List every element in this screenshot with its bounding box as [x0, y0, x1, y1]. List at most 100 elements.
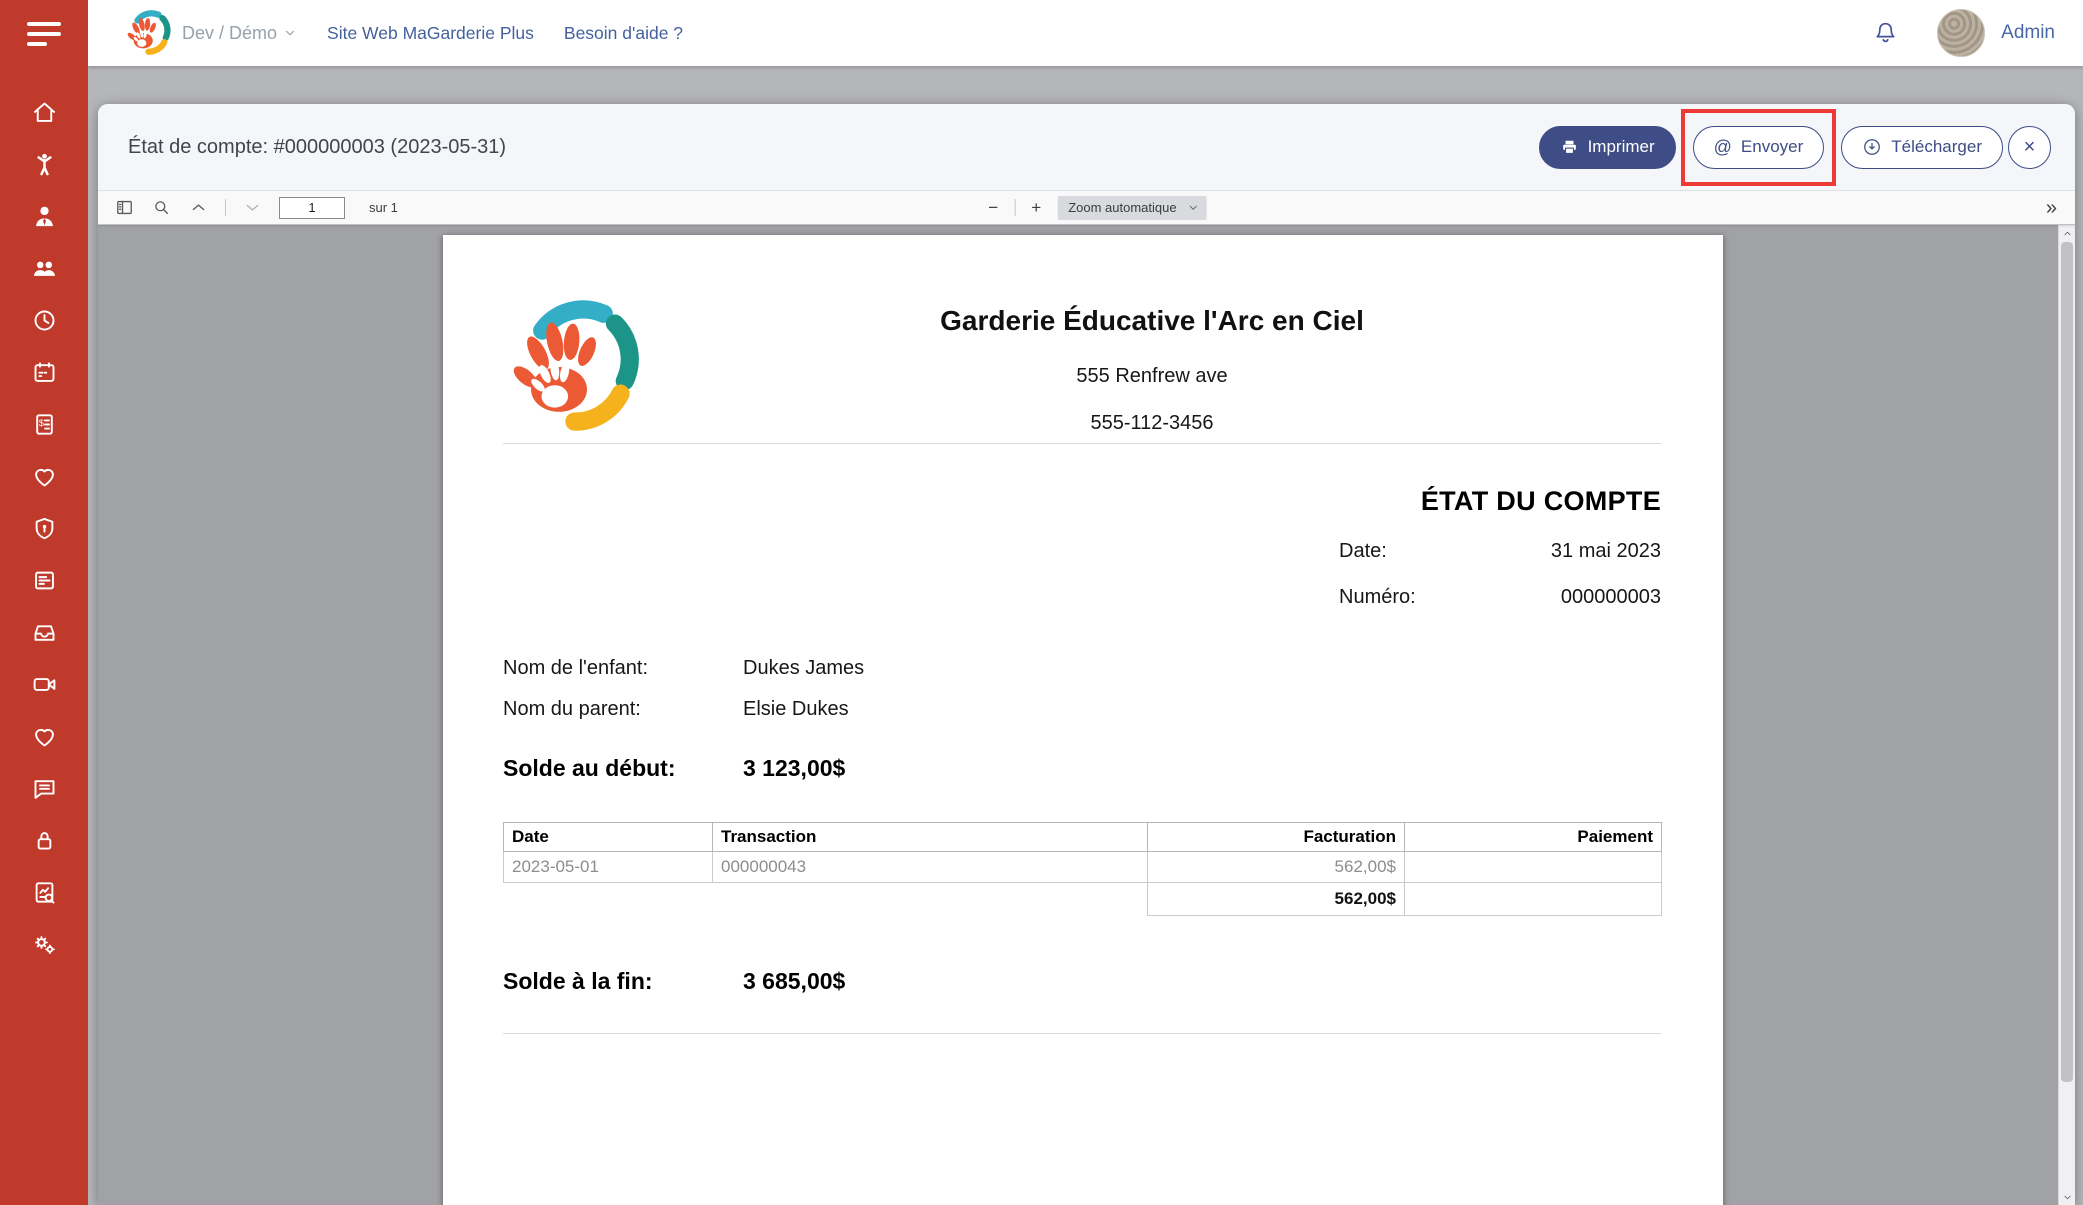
zoom-out-button[interactable]: − — [984, 198, 1002, 218]
previous-page-icon[interactable] — [188, 197, 209, 218]
zoom-in-button[interactable]: + — [1027, 198, 1045, 218]
transactions-table: Date Transaction Facturation Paiement 20… — [503, 822, 1662, 916]
divider — [503, 443, 1661, 444]
sidebar-item-messages[interactable] — [29, 774, 59, 802]
statement-modal: État de compte: #000000003 (2023-05-31) … — [98, 104, 2075, 1205]
user-name[interactable]: Admin — [2001, 22, 2055, 44]
download-icon — [1862, 137, 1882, 157]
toolbar-separator — [1014, 199, 1015, 216]
child-row: Nom de l'enfant: Dukes James — [503, 657, 1661, 680]
topbar: Dev / Démo Site Web MaGarderie Plus Beso… — [88, 0, 2083, 66]
calendar-icon — [31, 359, 58, 386]
document-header: Garderie Éducative l'Arc en Ciel 555 Ren… — [503, 235, 1661, 437]
sidebar-item-inbox[interactable] — [29, 618, 59, 646]
table-header-row: Date Transaction Facturation Paiement — [504, 823, 1662, 852]
topbar-right: Admin — [1872, 9, 2055, 57]
notifications-bell-icon[interactable] — [1872, 20, 1899, 47]
page-number-input[interactable] — [279, 197, 345, 219]
next-page-icon[interactable] — [242, 197, 263, 218]
pdf-toolbar-left: sur 1 — [98, 197, 398, 219]
divider — [503, 1033, 1661, 1034]
sidebar-item-home[interactable] — [29, 98, 59, 126]
cell-transaction: 000000043 — [713, 852, 1148, 883]
table-total-row: 562,00$ — [504, 883, 1662, 916]
search-icon[interactable] — [151, 197, 172, 218]
environment-label: Dev / Démo — [182, 23, 277, 44]
user-avatar[interactable] — [1937, 9, 1985, 57]
total-facturation: 562,00$ — [1148, 883, 1405, 916]
sidebar-item-children[interactable] — [29, 150, 59, 178]
svg-text:$: $ — [38, 418, 43, 428]
parent-value: Elsie Dukes — [743, 698, 849, 721]
pdf-page: Garderie Éducative l'Arc en Ciel 555 Ren… — [443, 235, 1723, 1205]
scrollbar-thumb[interactable] — [2061, 242, 2073, 1082]
cell-paiement — [1405, 852, 1662, 883]
sidebar: $ — [0, 0, 88, 1205]
close-button[interactable]: × — [2008, 126, 2051, 169]
statement-number-row: Numéro: 000000003 — [1339, 586, 1661, 609]
parent-row: Nom du parent: Elsie Dukes — [503, 698, 1661, 721]
organization-address: 555 Renfrew ave — [643, 365, 1661, 388]
chat-icon — [31, 775, 58, 802]
people-icon — [31, 255, 58, 282]
opening-balance-value: 3 123,00$ — [743, 755, 845, 782]
closing-balance-label: Solde à la fin: — [503, 968, 743, 995]
person-tie-icon — [31, 203, 58, 230]
invoice-icon: $ — [31, 411, 58, 438]
pdf-toolbar: sur 1 − + Zoom automatique » — [98, 191, 2075, 225]
heart-icon — [31, 723, 58, 750]
download-label: Télécharger — [1891, 137, 1982, 157]
toggle-sidebar-icon[interactable] — [114, 197, 135, 218]
heart-icon — [31, 463, 58, 490]
scroll-down-icon[interactable] — [2059, 1189, 2075, 1205]
sidebar-nav: $ — [29, 98, 59, 958]
opening-balance-label: Solde au début: — [503, 755, 743, 782]
download-button[interactable]: Télécharger — [1841, 126, 2003, 169]
sidebar-item-families[interactable] — [29, 254, 59, 282]
sidebar-item-calendar[interactable] — [29, 358, 59, 386]
document-header-text: Garderie Éducative l'Arc en Ciel 555 Ren… — [643, 297, 1661, 437]
closing-balance-row: Solde à la fin: 3 685,00$ — [503, 968, 1661, 995]
table-row: 2023-05-01 000000043 562,00$ — [504, 852, 1662, 883]
inbox-icon — [31, 619, 58, 646]
scroll-up-icon[interactable] — [2059, 225, 2075, 241]
col-transaction: Transaction — [713, 823, 1148, 852]
total-paiement — [1405, 883, 1662, 916]
modal-header: État de compte: #000000003 (2023-05-31) … — [98, 104, 2075, 191]
sidebar-item-billing[interactable]: $ — [29, 410, 59, 438]
send-button[interactable]: @ Envoyer — [1693, 126, 1825, 169]
modal-title: État de compte: #000000003 (2023-05-31) — [128, 136, 1539, 159]
gears-icon — [31, 931, 58, 958]
sidebar-item-staff[interactable] — [29, 202, 59, 230]
link-help[interactable]: Besoin d'aide ? — [564, 23, 683, 44]
overlay-backdrop: État de compte: #000000003 (2023-05-31) … — [88, 66, 2083, 1205]
link-site-web[interactable]: Site Web MaGarderie Plus — [327, 23, 534, 44]
parent-label: Nom du parent: — [503, 698, 743, 721]
sidebar-item-health[interactable] — [29, 462, 59, 490]
sidebar-item-schedule[interactable] — [29, 306, 59, 334]
clock-icon — [31, 307, 58, 334]
print-button[interactable]: Imprimer — [1539, 126, 1676, 169]
send-label: Envoyer — [1741, 137, 1803, 157]
environment-dropdown[interactable]: Dev / Démo — [182, 23, 297, 44]
viewer-scrollbar[interactable] — [2058, 225, 2075, 1205]
sidebar-item-favorites[interactable] — [29, 722, 59, 750]
sidebar-item-reports[interactable] — [29, 878, 59, 906]
magarderie-logo[interactable] — [124, 9, 172, 57]
sidebar-item-forms[interactable] — [29, 566, 59, 594]
cell-date: 2023-05-01 — [504, 852, 713, 883]
sidebar-item-security[interactable] — [29, 514, 59, 542]
sidebar-item-privacy[interactable] — [29, 826, 59, 854]
zoom-select-label: Zoom automatique — [1068, 200, 1176, 215]
number-label: Numéro: — [1339, 586, 1416, 609]
organization-phone: 555-112-3456 — [643, 412, 1661, 435]
statement-title: ÉTAT DU COMPTE — [1339, 486, 1661, 517]
opening-balance-row: Solde au début: 3 123,00$ — [503, 755, 1661, 782]
sidebar-item-settings[interactable] — [29, 930, 59, 958]
sidebar-item-cameras[interactable] — [29, 670, 59, 698]
col-facturation: Facturation — [1148, 823, 1405, 852]
hamburger-menu-icon[interactable] — [27, 22, 61, 46]
date-value: 31 mai 2023 — [1551, 540, 1661, 563]
zoom-select[interactable]: Zoom automatique — [1057, 196, 1206, 220]
more-tools-button[interactable]: » — [2046, 198, 2075, 218]
